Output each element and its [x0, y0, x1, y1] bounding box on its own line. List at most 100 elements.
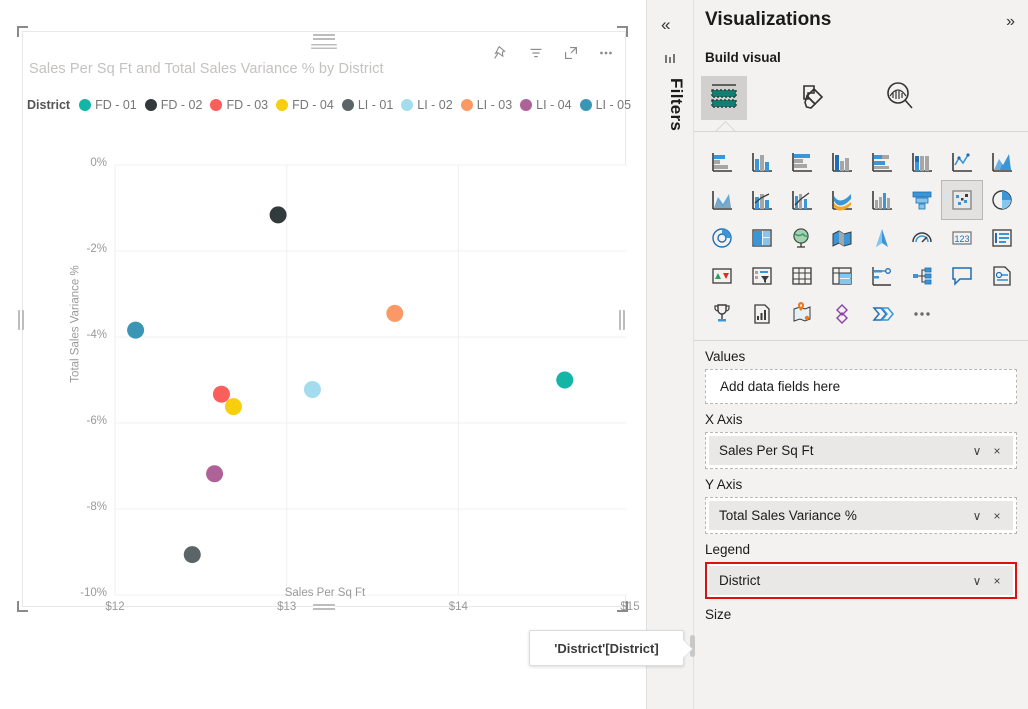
- visual-type-r-script-visual[interactable]: [742, 295, 782, 333]
- scatter-point[interactable]: [303, 380, 321, 398]
- x-axis-tick: $12: [105, 601, 125, 613]
- x-axis-well-dropzone[interactable]: Sales Per Sq Ft ∨ ×: [705, 432, 1017, 469]
- scatter-point[interactable]: [224, 398, 242, 416]
- expand-filters-icon[interactable]: «: [661, 15, 670, 35]
- visual-type-line-chart[interactable]: [942, 143, 982, 181]
- values-well-placeholder: Add data fields here: [720, 379, 841, 394]
- visual-type-table[interactable]: [782, 257, 822, 295]
- size-well-label: Size: [705, 607, 732, 622]
- visual-type-python-visual[interactable]: [822, 295, 862, 333]
- y-axis-tick: -2%: [86, 243, 107, 255]
- visual-type-stacked-bar-chart[interactable]: [702, 143, 742, 181]
- visual-type-100-percent-stacked-column-chart[interactable]: [902, 143, 942, 181]
- visual-type-gauge[interactable]: [902, 219, 942, 257]
- plot-area[interactable]: Total Sales Variance % Sales Per Sq Ft 0…: [23, 32, 640, 613]
- visual-type-kpi[interactable]: [702, 257, 742, 295]
- tabstrip-divider: [694, 131, 1028, 132]
- scatter-chart-visual[interactable]: Sales Per Sq Ft and Total Sales Variance…: [22, 31, 640, 613]
- visual-type-paginated-report[interactable]: [702, 295, 742, 333]
- visual-type-treemap[interactable]: [742, 219, 782, 257]
- y-axis-tick: -6%: [86, 415, 107, 427]
- visual-type-slicer[interactable]: [742, 257, 782, 295]
- visual-type-more-visuals[interactable]: [902, 295, 942, 333]
- visual-type-stacked-column-chart[interactable]: [742, 143, 782, 181]
- visual-type-filled-map[interactable]: [822, 219, 862, 257]
- visual-type-waterfall-chart[interactable]: [862, 181, 902, 219]
- resize-handle-right[interactable]: [619, 310, 625, 330]
- visual-type-clustered-column-chart[interactable]: [822, 143, 862, 181]
- report-canvas[interactable]: Sales Per Sq Ft and Total Sales Variance…: [0, 0, 684, 709]
- fields-icon: [709, 81, 739, 116]
- y-axis-field-chip[interactable]: Total Sales Variance % ∨ ×: [709, 501, 1013, 530]
- resize-handle-top[interactable]: [311, 44, 337, 49]
- x-axis-field-chip[interactable]: Sales Per Sq Ft ∨ ×: [709, 436, 1013, 465]
- legend-field-chip[interactable]: District ∨ ×: [709, 566, 1013, 595]
- build-visual-tab[interactable]: [701, 76, 747, 120]
- collapse-pane-icon[interactable]: »: [1006, 13, 1015, 31]
- scatter-plot-svg[interactable]: [23, 32, 627, 608]
- legend-well-dropzone[interactable]: District ∨ ×: [705, 562, 1017, 599]
- values-well-dropzone[interactable]: Add data fields here: [705, 369, 1017, 404]
- y-axis-field-name: Total Sales Variance %: [719, 508, 857, 523]
- y-axis-tick: -8%: [86, 501, 107, 513]
- resize-handle-bottom-left[interactable]: [17, 601, 28, 612]
- resize-handle-top-right[interactable]: [617, 26, 628, 37]
- visual-type-stacked-area-chart[interactable]: [702, 181, 742, 219]
- scatter-point[interactable]: [386, 304, 404, 322]
- visual-type-matrix[interactable]: [822, 257, 862, 295]
- visual-type-map[interactable]: [782, 219, 822, 257]
- visualizations-pane-header: Visualizations »: [694, 0, 1028, 40]
- visual-type-power-automate[interactable]: [862, 295, 902, 333]
- y-axis-tick: -10%: [80, 587, 107, 599]
- visual-type-area-chart[interactable]: [982, 143, 1022, 181]
- visual-type-gallery[interactable]: 123: [702, 143, 1022, 333]
- drag-handle-top[interactable]: [313, 34, 335, 41]
- filters-pane-collapsed[interactable]: « Filters: [646, 0, 694, 709]
- visual-type-qna[interactable]: [942, 257, 982, 295]
- values-well-label: Values: [705, 349, 746, 364]
- visual-type-smart-narrative[interactable]: [982, 257, 1022, 295]
- legend-well-label: Legend: [705, 542, 751, 557]
- visual-type-donut-chart[interactable]: [702, 219, 742, 257]
- visual-type-key-influencers[interactable]: [902, 257, 942, 295]
- scatter-point[interactable]: [269, 206, 287, 224]
- visual-type-scatter-chart[interactable]: [941, 180, 983, 220]
- visual-type-card[interactable]: 123: [942, 219, 982, 257]
- visual-type-arcgis-map[interactable]: [782, 295, 822, 333]
- visual-type-clustered-bar-chart[interactable]: [782, 143, 822, 181]
- filter-bars-icon: [664, 52, 678, 66]
- visual-type-100-percent-stacked-bar-chart[interactable]: [862, 143, 902, 181]
- chevron-down-icon[interactable]: ∨: [967, 444, 987, 458]
- build-visual-label: Build visual: [705, 50, 781, 65]
- chevron-down-icon[interactable]: ∨: [967, 574, 987, 588]
- x-axis-tick: $14: [448, 601, 468, 613]
- visual-type-multi-row-card[interactable]: [982, 219, 1022, 257]
- format-visual-tab[interactable]: [789, 76, 835, 120]
- remove-field-icon[interactable]: ×: [987, 509, 1007, 523]
- scatter-point[interactable]: [127, 321, 145, 339]
- remove-field-icon[interactable]: ×: [987, 444, 1007, 458]
- visual-type-pie-chart[interactable]: [982, 181, 1022, 219]
- visual-type-ribbon-chart[interactable]: [822, 181, 862, 219]
- paint-roller-icon: [796, 80, 828, 117]
- visual-type-line-and-clustered-column-chart[interactable]: [782, 181, 822, 219]
- resize-handle-top-left[interactable]: [17, 26, 28, 37]
- resize-handle-bottom[interactable]: [313, 604, 335, 611]
- scatter-point[interactable]: [556, 371, 574, 389]
- y-axis-well-dropzone[interactable]: Total Sales Variance % ∨ ×: [705, 497, 1017, 534]
- scatter-point[interactable]: [212, 385, 230, 403]
- power-bi-report-editor: Sales Per Sq Ft and Total Sales Variance…: [0, 0, 1028, 709]
- resize-handle-bottom-right[interactable]: [617, 601, 628, 612]
- x-axis-tick: $13: [277, 601, 297, 613]
- visual-type-line-and-stacked-column-chart[interactable]: [742, 181, 782, 219]
- visual-type-azure-map[interactable]: [862, 219, 902, 257]
- field-tooltip: 'District'[District]: [529, 630, 684, 666]
- scatter-point[interactable]: [206, 465, 224, 483]
- visual-type-decomposition-tree[interactable]: [862, 257, 902, 295]
- remove-field-icon[interactable]: ×: [987, 574, 1007, 588]
- scatter-point[interactable]: [183, 546, 201, 564]
- resize-handle-left[interactable]: [18, 310, 24, 330]
- visual-type-funnel-chart[interactable]: [902, 181, 942, 219]
- chevron-down-icon[interactable]: ∨: [967, 509, 987, 523]
- analytics-tab[interactable]: [877, 76, 923, 120]
